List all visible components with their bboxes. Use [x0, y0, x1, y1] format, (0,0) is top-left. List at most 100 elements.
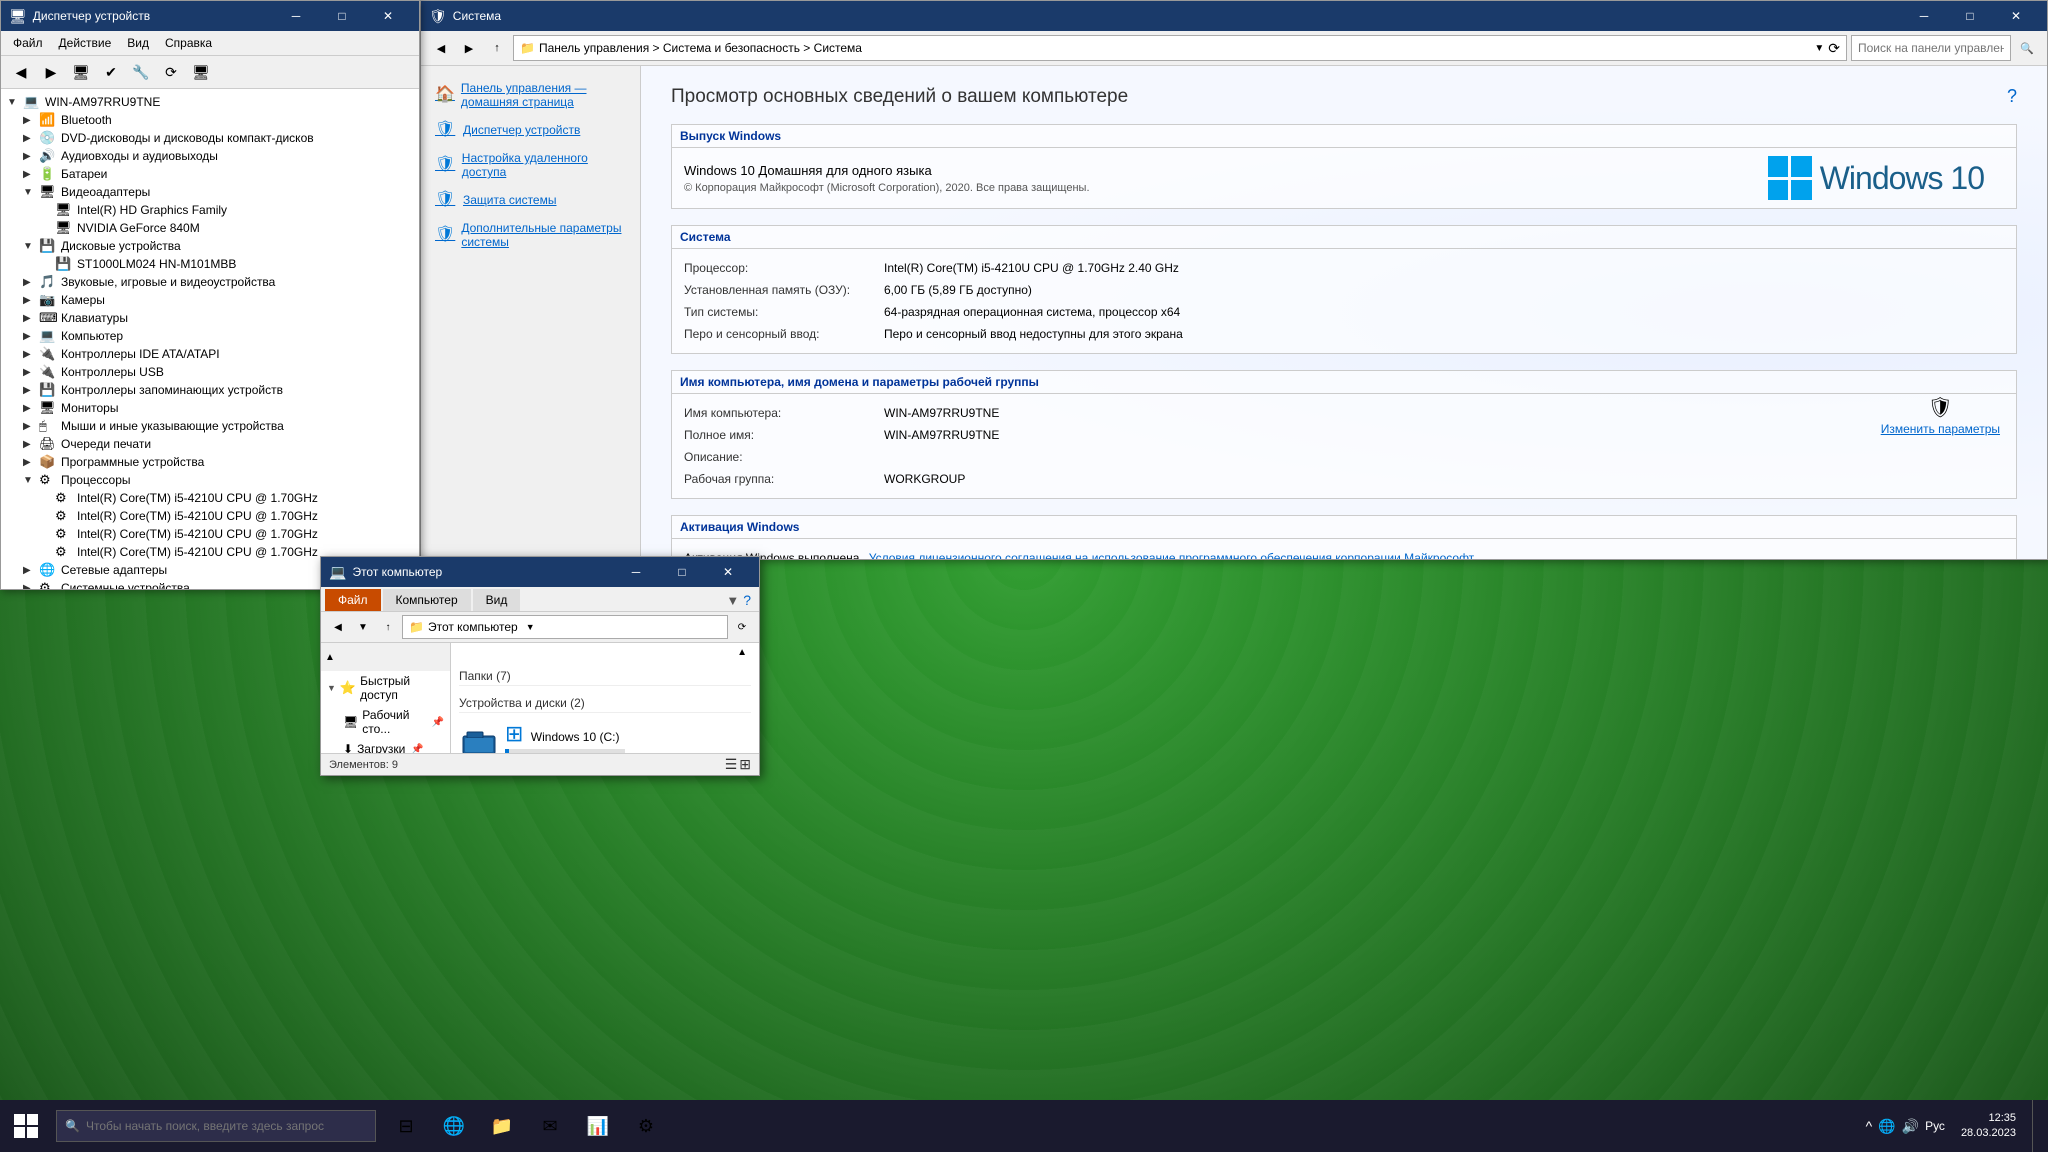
addr-up[interactable]: ↑	[485, 36, 509, 60]
taskbar-time[interactable]: 12:35 28.03.2023	[1953, 1111, 2024, 1142]
exp-address-box[interactable]: 📁 Этот компьютер ▼	[402, 615, 728, 639]
tree-cpu0[interactable]: ⚙ Intel(R) Core(TM) i5-4210U CPU @ 1.70G…	[37, 489, 415, 507]
nav-desktop[interactable]: 🖥 Рабочий сто... 📌	[337, 705, 450, 739]
menu-help[interactable]: Справка	[157, 33, 220, 53]
compname-label: Имя компьютера:	[684, 406, 884, 420]
taskbar-search-input[interactable]	[86, 1119, 346, 1133]
help-icon[interactable]: ?	[2007, 86, 2017, 107]
menu-file[interactable]: Файл	[5, 33, 51, 53]
addr-dropdown-icon[interactable]: ▼	[1814, 43, 1824, 54]
expand-ribbon-icon[interactable]: ▼	[726, 593, 739, 608]
sidebar-advanced[interactable]: 🛡 Дополнительные параметры системы	[431, 216, 630, 254]
grid-view-icon[interactable]: ⊞	[739, 756, 751, 773]
toolbar-back[interactable]: ◀	[7, 59, 35, 85]
tree-hdd[interactable]: 💾 ST1000LM024 HN-M101MBB	[37, 255, 415, 273]
system-maximize[interactable]: □	[1947, 1, 1993, 31]
tree-print[interactable]: ▶ 🖨 Очереди печати	[21, 435, 415, 453]
exp-up[interactable]: ↑	[377, 616, 399, 638]
tree-video[interactable]: ▼ 🖥 Видеоадаптеры	[21, 183, 415, 201]
menu-view[interactable]: Вид	[119, 33, 157, 53]
tree-keyboard[interactable]: ▶ ⌨ Клавиатуры	[21, 309, 415, 327]
toolbar-btn2[interactable]: ✔	[97, 59, 125, 85]
tab-computer[interactable]: Компьютер	[383, 589, 471, 611]
addr-refresh-icon[interactable]: ⟳	[1828, 40, 1840, 57]
start-button[interactable]	[0, 1100, 52, 1152]
nav-scroll-up[interactable]: ▲	[321, 643, 450, 671]
tree-storage[interactable]: ▶ 💾 Контроллеры запоминающих устройств	[21, 381, 415, 399]
tree-computer[interactable]: ▶ 💻 Компьютер	[21, 327, 415, 345]
mse-expand: ▶	[23, 421, 39, 432]
cpu-label: Процессоры	[61, 473, 413, 487]
tree-dvd[interactable]: ▶ 💿 DVD-дисководы и дисководы компакт-ди…	[21, 129, 415, 147]
tree-ide[interactable]: ▶ 🔌 Контроллеры IDE ATA/ATAPI	[21, 345, 415, 363]
taskbar-office-icon[interactable]: 📊	[576, 1104, 620, 1148]
devmgr-minimize[interactable]: ─	[273, 1, 319, 31]
tree-camera[interactable]: ▶ 📷 Камеры	[21, 291, 415, 309]
tree-audio[interactable]: ▶ 🔊 Аудиовходы и аудиовыходы	[21, 147, 415, 165]
address-box[interactable]: 📁 Панель управления > Система и безопасн…	[513, 35, 1847, 61]
explorer-minimize[interactable]: ─	[613, 557, 659, 587]
activation-link[interactable]: Условия лицензионного соглашения на испо…	[869, 551, 1474, 559]
tree-intel-gpu[interactable]: 🖥 Intel(R) HD Graphics Family	[37, 201, 415, 219]
content-scroll-up[interactable]: ▲	[459, 647, 751, 667]
taskbar-explorer-icon[interactable]: 📁	[480, 1104, 524, 1148]
devmgr-close[interactable]: ✕	[365, 1, 411, 31]
addr-back[interactable]: ◀	[429, 36, 453, 60]
nav-downloads[interactable]: ⬇ Загрузки 📌	[337, 739, 450, 753]
downloads-icon: ⬇	[343, 742, 353, 753]
tree-root-item[interactable]: ▼ 💻 WIN-AM97RRU9TNE	[5, 93, 415, 111]
list-view-icon[interactable]: ☰	[725, 756, 738, 773]
tree-software[interactable]: ▶ 📦 Программные устройства	[21, 453, 415, 471]
drive-c[interactable]: ⊞ Windows 10 (C:) 906 ГБ свободно из 930…	[459, 717, 751, 753]
taskbar-edge-icon[interactable]: 🌐	[432, 1104, 476, 1148]
change-params-area[interactable]: 🛡 Изменить параметры	[1881, 395, 2000, 436]
volume-icon[interactable]: 🔊	[1902, 1118, 1919, 1135]
toolbar-btn4[interactable]: ⟳	[157, 59, 185, 85]
taskbar-settings-icon[interactable]: ⚙	[624, 1104, 668, 1148]
sidebar-devmgr[interactable]: 🛡 Диспетчер устройств	[431, 114, 630, 146]
system-search-input[interactable]	[1851, 35, 2011, 61]
exp-dropdown[interactable]: ▼	[352, 616, 374, 638]
devmgr-toolbar: ◀ ▶ 🖥 ✔ 🔧 ⟳ 🖥	[1, 56, 419, 89]
tree-bluetooth[interactable]: ▶ 📶 Bluetooth	[21, 111, 415, 129]
language-indicator[interactable]: Рус	[1925, 1119, 1945, 1133]
tree-cpu1[interactable]: ⚙ Intel(R) Core(TM) i5-4210U CPU @ 1.70G…	[37, 507, 415, 525]
toolbar-btn5[interactable]: 🖥	[187, 59, 215, 85]
tree-mouse[interactable]: ▶ 🖱 Мыши и иные указывающие устройства	[21, 417, 415, 435]
chevron-icon[interactable]: ^	[1866, 1118, 1873, 1134]
tree-usb[interactable]: ▶ 🔌 Контроллеры USB	[21, 363, 415, 381]
menu-action[interactable]: Действие	[51, 33, 120, 53]
explorer-maximize[interactable]: □	[659, 557, 705, 587]
taskbar-search-box[interactable]: 🔍	[56, 1110, 376, 1142]
toolbar-forward[interactable]: ▶	[37, 59, 65, 85]
system-close[interactable]: ✕	[1993, 1, 2039, 31]
tree-cpu[interactable]: ▼ ⚙ Процессоры	[21, 471, 415, 489]
tab-view[interactable]: Вид	[473, 589, 521, 611]
change-params-link[interactable]: Изменить параметры	[1881, 422, 2000, 436]
sidebar-protection[interactable]: 🛡 Защита системы	[431, 184, 630, 216]
sidebar-remote[interactable]: 🛡 Настройка удаленного доступа	[431, 146, 630, 184]
tree-sound[interactable]: ▶ 🎵 Звуковые, игровые и видеоустройства	[21, 273, 415, 291]
show-desktop-btn[interactable]	[2032, 1100, 2040, 1152]
sidebar-home[interactable]: 🏠 Панель управления — домашняя страница	[431, 76, 630, 114]
explorer-close[interactable]: ✕	[705, 557, 751, 587]
system-minimize[interactable]: ─	[1901, 1, 1947, 31]
toolbar-btn3[interactable]: 🔧	[127, 59, 155, 85]
tree-nvidia[interactable]: 🖥 NVIDIA GeForce 840M	[37, 219, 415, 237]
tree-cpu2[interactable]: ⚙ Intel(R) Core(TM) i5-4210U CPU @ 1.70G…	[37, 525, 415, 543]
network-tray-icon[interactable]: 🌐	[1878, 1118, 1895, 1135]
tab-file[interactable]: Файл	[325, 589, 381, 611]
tree-battery[interactable]: ▶ 🔋 Батареи	[21, 165, 415, 183]
tree-disk[interactable]: ▼ 💾 Дисковые устройства	[21, 237, 415, 255]
nav-quick-access[interactable]: ▼ ⭐ Быстрый доступ	[321, 671, 450, 705]
toolbar-btn1[interactable]: 🖥	[67, 59, 95, 85]
help-btn[interactable]: ?	[743, 592, 751, 608]
exp-back[interactable]: ◀	[327, 616, 349, 638]
tree-monitors[interactable]: ▶ 🖥 Мониторы	[21, 399, 415, 417]
search-btn[interactable]: 🔍	[2015, 36, 2039, 60]
devmgr-maximize[interactable]: □	[319, 1, 365, 31]
taskbar-mail-icon[interactable]: ✉	[528, 1104, 572, 1148]
taskbar-view-icon[interactable]: ⊟	[384, 1104, 428, 1148]
exp-refresh[interactable]: ⟳	[731, 616, 753, 638]
addr-forward[interactable]: ▶	[457, 36, 481, 60]
